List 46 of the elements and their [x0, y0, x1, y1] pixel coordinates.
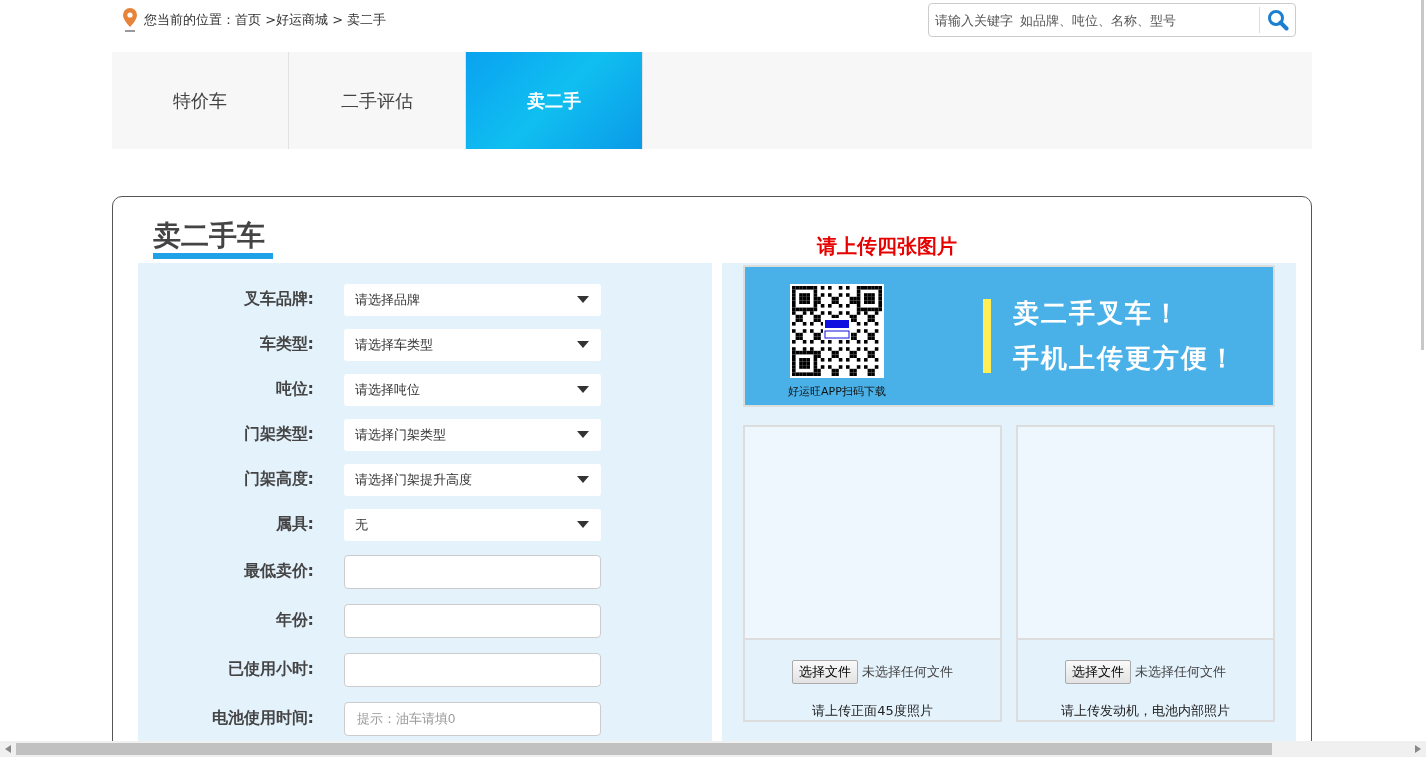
- vertical-scrollbar[interactable]: [1420, 0, 1424, 350]
- search-field[interactable]: 请输入关键字 如品牌、吨位、名称、型号: [929, 12, 1259, 28]
- caret-icon: [577, 431, 589, 438]
- scroll-left-icon[interactable]: [5, 745, 11, 753]
- field-label: 年份:: [274, 610, 314, 631]
- field-label: 车类型:: [258, 334, 314, 355]
- banner-headline: 卖二手叉车！: [1013, 297, 1182, 330]
- file-status: 未选择任何文件: [862, 663, 953, 681]
- dropdown[interactable]: 请选择吨位: [344, 373, 601, 406]
- field-label: 电池使用时间:: [210, 708, 314, 729]
- caret-icon: [577, 521, 589, 528]
- caret-icon: [577, 296, 589, 303]
- dropdown[interactable]: 请选择车类型: [344, 328, 601, 361]
- field-label: 门架高度:: [242, 469, 314, 490]
- field-label: 最低卖价:: [242, 561, 314, 582]
- choose-file-button[interactable]: 选择文件: [1065, 660, 1131, 684]
- input-field[interactable]: [344, 652, 601, 687]
- caret-icon: [577, 386, 589, 393]
- field-label: 叉车品牌:: [242, 289, 314, 310]
- field-label: 门架类型:: [242, 424, 314, 445]
- upload-caption: 请上传发动机，电池内部照片: [1061, 702, 1230, 720]
- qr-caption: 好运旺APP扫码下载: [788, 383, 886, 399]
- input-field[interactable]: [344, 554, 601, 589]
- input-field[interactable]: [344, 603, 601, 638]
- dropdown[interactable]: 请选择门架提升高度: [344, 463, 601, 496]
- dropdown[interactable]: 无: [344, 508, 601, 541]
- search-bar[interactable]: 请输入关键字 如品牌、吨位、名称、型号: [928, 3, 1296, 37]
- location-pin-icon: [122, 7, 138, 33]
- qr-code-icon: [790, 283, 884, 378]
- choose-file-button[interactable]: 选择文件: [792, 660, 858, 684]
- dropdown[interactable]: 请选择门架类型: [344, 418, 601, 451]
- scroll-right-icon[interactable]: [1415, 745, 1421, 753]
- caret-icon: [577, 341, 589, 348]
- banner-headline: 手机上传更方便！: [1013, 342, 1237, 375]
- field-label: 已使用小时:: [226, 659, 314, 680]
- field-label: 吨位:: [274, 379, 314, 400]
- horizontal-scrollbar[interactable]: [16, 743, 1272, 755]
- upload-caption: 请上传正面45度照片: [812, 702, 933, 720]
- caret-icon: [577, 476, 589, 483]
- upload-notice: 请上传四张图片: [817, 233, 957, 260]
- search-icon: [1266, 9, 1289, 31]
- input-field[interactable]: 提示：油车请填0: [344, 701, 601, 736]
- breadcrumb: 您当前的位置：首页 >好运商城 > 卖二手: [144, 11, 387, 29]
- field-label: 属具:: [274, 514, 314, 535]
- file-status: 未选择任何文件: [1135, 663, 1226, 681]
- dropdown[interactable]: 请选择品牌: [344, 283, 601, 316]
